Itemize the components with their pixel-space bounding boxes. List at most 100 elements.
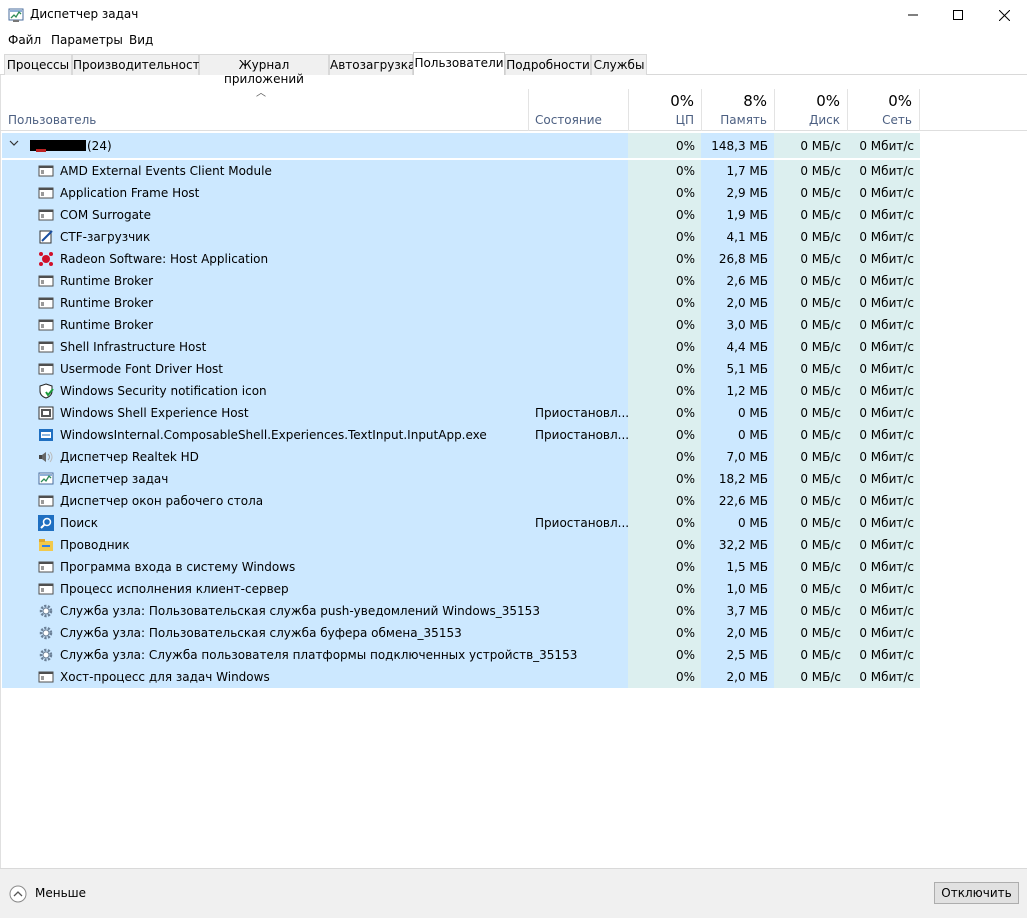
process-network: 0 Мбит/с [847,490,920,512]
process-disk: 0 МБ/с [774,402,847,424]
process-memory: 4,1 МБ [701,226,774,248]
disconnect-button[interactable]: Отключить [934,882,1019,904]
column-memory[interactable]: 8% Память [701,89,774,131]
process-row[interactable]: Проводник 0% 32,2 МБ 0 МБ/с 0 Мбит/с [2,534,920,556]
process-name: COM Surrogate [60,208,152,222]
process-row[interactable]: COM Surrogate 0% 1,9 МБ 0 МБ/с 0 Мбит/с [2,204,920,226]
process-network: 0 Мбит/с [847,226,920,248]
process-memory: 22,6 МБ [701,490,774,512]
process-network: 0 Мбит/с [847,556,920,578]
process-network: 0 Мбит/с [847,600,920,622]
process-row[interactable]: Хост-процесс для задач Windows 0% 2,0 МБ 0 … [2,666,920,688]
process-row[interactable]: AMD External Events Client Module 0% 1,7 М… [2,160,920,182]
cpu-total-percent: 0% [670,92,694,110]
process-row[interactable]: Диспетчер задач 0% 18,2 МБ 0 МБ/с 0 Мбит/с [2,468,920,490]
window-icon [38,583,54,595]
process-row[interactable]: Runtime Broker 0% 2,6 МБ 0 МБ/с 0 Мбит/с [2,270,920,292]
process-memory: 4,4 МБ [701,336,774,358]
process-row[interactable]: Runtime Broker 0% 3,0 МБ 0 МБ/с 0 Мбит/с [2,314,920,336]
process-name: CTF-загрузчик [60,230,151,244]
window-icon [38,209,54,221]
tab-bar: Процессы Производительность Журнал прило… [0,52,1027,86]
process-memory: 1,2 МБ [701,380,774,402]
process-row[interactable]: Shell Infrastructure Host 0% 4,4 МБ 0 МБ/с 0… [2,336,920,358]
minimize-button[interactable] [890,0,936,30]
tab-processes[interactable]: Процессы [4,54,72,75]
process-row[interactable]: Служба узла: Пользовательская служба буф… [2,622,920,644]
process-cpu: 0% [628,468,701,490]
task-manager-icon [38,472,54,485]
window-icon [38,319,54,331]
process-disk: 0 МБ/с [774,248,847,270]
process-disk: 0 МБ/с [774,490,847,512]
fewer-details-link[interactable]: Меньше [35,886,86,900]
column-network[interactable]: 0% Сеть [847,89,920,131]
process-cpu: 0% [628,226,701,248]
tab-details[interactable]: Подробности [505,54,591,75]
process-row[interactable]: Radeon Software: Host Application 0% 26,8 … [2,248,920,270]
process-row[interactable]: Windows Security notification icon 0% 1,2 … [2,380,920,402]
column-disk-label: Диск [808,113,840,127]
user-group-row[interactable]: (24) 0% 148,3 МБ 0 МБ/с 0 Мбит/с [2,133,920,158]
process-row[interactable]: Application Frame Host 0% 2,9 МБ 0 МБ/с 0 Мб… [2,182,920,204]
process-row[interactable]: Программа входа в систему Windows 0% 1,5 М… [2,556,920,578]
process-network: 0 Мбит/с [847,204,920,226]
window-icon [38,561,54,573]
process-row[interactable]: CTF-загрузчик 0% 4,1 МБ 0 МБ/с 0 Мбит/с [2,226,920,248]
process-memory: 1,9 МБ [701,204,774,226]
process-network: 0 Мбит/с [847,622,920,644]
process-memory: 0 МБ [701,424,774,446]
user-disk: 0 МБ/с [774,133,847,158]
process-network: 0 Мбит/с [847,292,920,314]
process-row[interactable]: Служба узла: Служба пользователя платфор… [2,644,920,666]
tab-app-history[interactable]: Журнал приложений [199,54,329,86]
process-name: Application Frame Host [60,186,200,200]
menu-file[interactable]: Файл [8,33,41,47]
process-disk: 0 МБ/с [774,644,847,666]
process-row[interactable]: Runtime Broker 0% 2,0 МБ 0 МБ/с 0 Мбит/с [2,292,920,314]
process-memory: 5,1 МБ [701,358,774,380]
column-state[interactable]: Состояние [528,89,628,131]
process-memory: 32,2 МБ [701,534,774,556]
tab-performance[interactable]: Производительность [72,54,207,75]
process-row[interactable]: Поиск Приостановл... 0% 0 МБ 0 МБ/с 0 Мбит/с [2,512,920,534]
maximize-button[interactable] [935,0,981,30]
network-total-percent: 0% [888,92,912,110]
process-disk: 0 МБ/с [774,446,847,468]
user-cpu: 0% [628,133,701,158]
process-memory: 1,5 МБ [701,556,774,578]
chevron-up-circle-icon[interactable] [9,885,27,903]
user-process-count: (24) [87,138,112,153]
process-row[interactable]: Диспетчер окон рабочего стола 0% 22,6 МБ 0 … [2,490,920,512]
process-cpu: 0% [628,182,701,204]
process-row[interactable]: Процесс исполнения клиент-сервер 0% 1,0 МБ… [2,578,920,600]
tab-startup[interactable]: Автозагрузка [329,54,415,75]
column-disk[interactable]: 0% Диск [774,89,847,131]
process-row[interactable]: Диспетчер Realtek HD 0% 7,0 МБ 0 МБ/с 0 Мбит… [2,446,920,468]
window-icon [38,165,54,177]
process-network: 0 Мбит/с [847,424,920,446]
process-network: 0 Мбит/с [847,358,920,380]
column-memory-label: Память [720,113,767,127]
window-icon [38,495,54,507]
process-disk: 0 МБ/с [774,314,847,336]
process-network: 0 Мбит/с [847,446,920,468]
process-row[interactable]: WindowsInternal.ComposableShell.Experien… [2,424,920,446]
tab-services[interactable]: Службы [591,54,647,75]
menu-view[interactable]: Вид [129,33,153,47]
process-memory: 2,9 МБ [701,182,774,204]
process-row[interactable]: Служба узла: Пользовательская служба pus… [2,600,920,622]
gear-icon [39,604,53,618]
radeon-icon [39,252,53,266]
column-cpu[interactable]: 0% ЦП [628,89,701,131]
process-row[interactable]: Usermode Font Driver Host 0% 5,1 МБ 0 МБ/с 0… [2,358,920,380]
process-state: Приостановл... [535,406,630,420]
window-icon [38,341,54,353]
tab-users[interactable]: Пользователи [413,52,505,75]
close-button[interactable] [981,0,1027,30]
process-name: Поиск [60,516,99,530]
menu-options[interactable]: Параметры [51,33,123,47]
column-user[interactable]: Пользователь [0,89,528,131]
chevron-down-icon[interactable] [9,138,19,148]
process-row[interactable]: Windows Shell Experience Host Приостановл… [2,402,920,424]
